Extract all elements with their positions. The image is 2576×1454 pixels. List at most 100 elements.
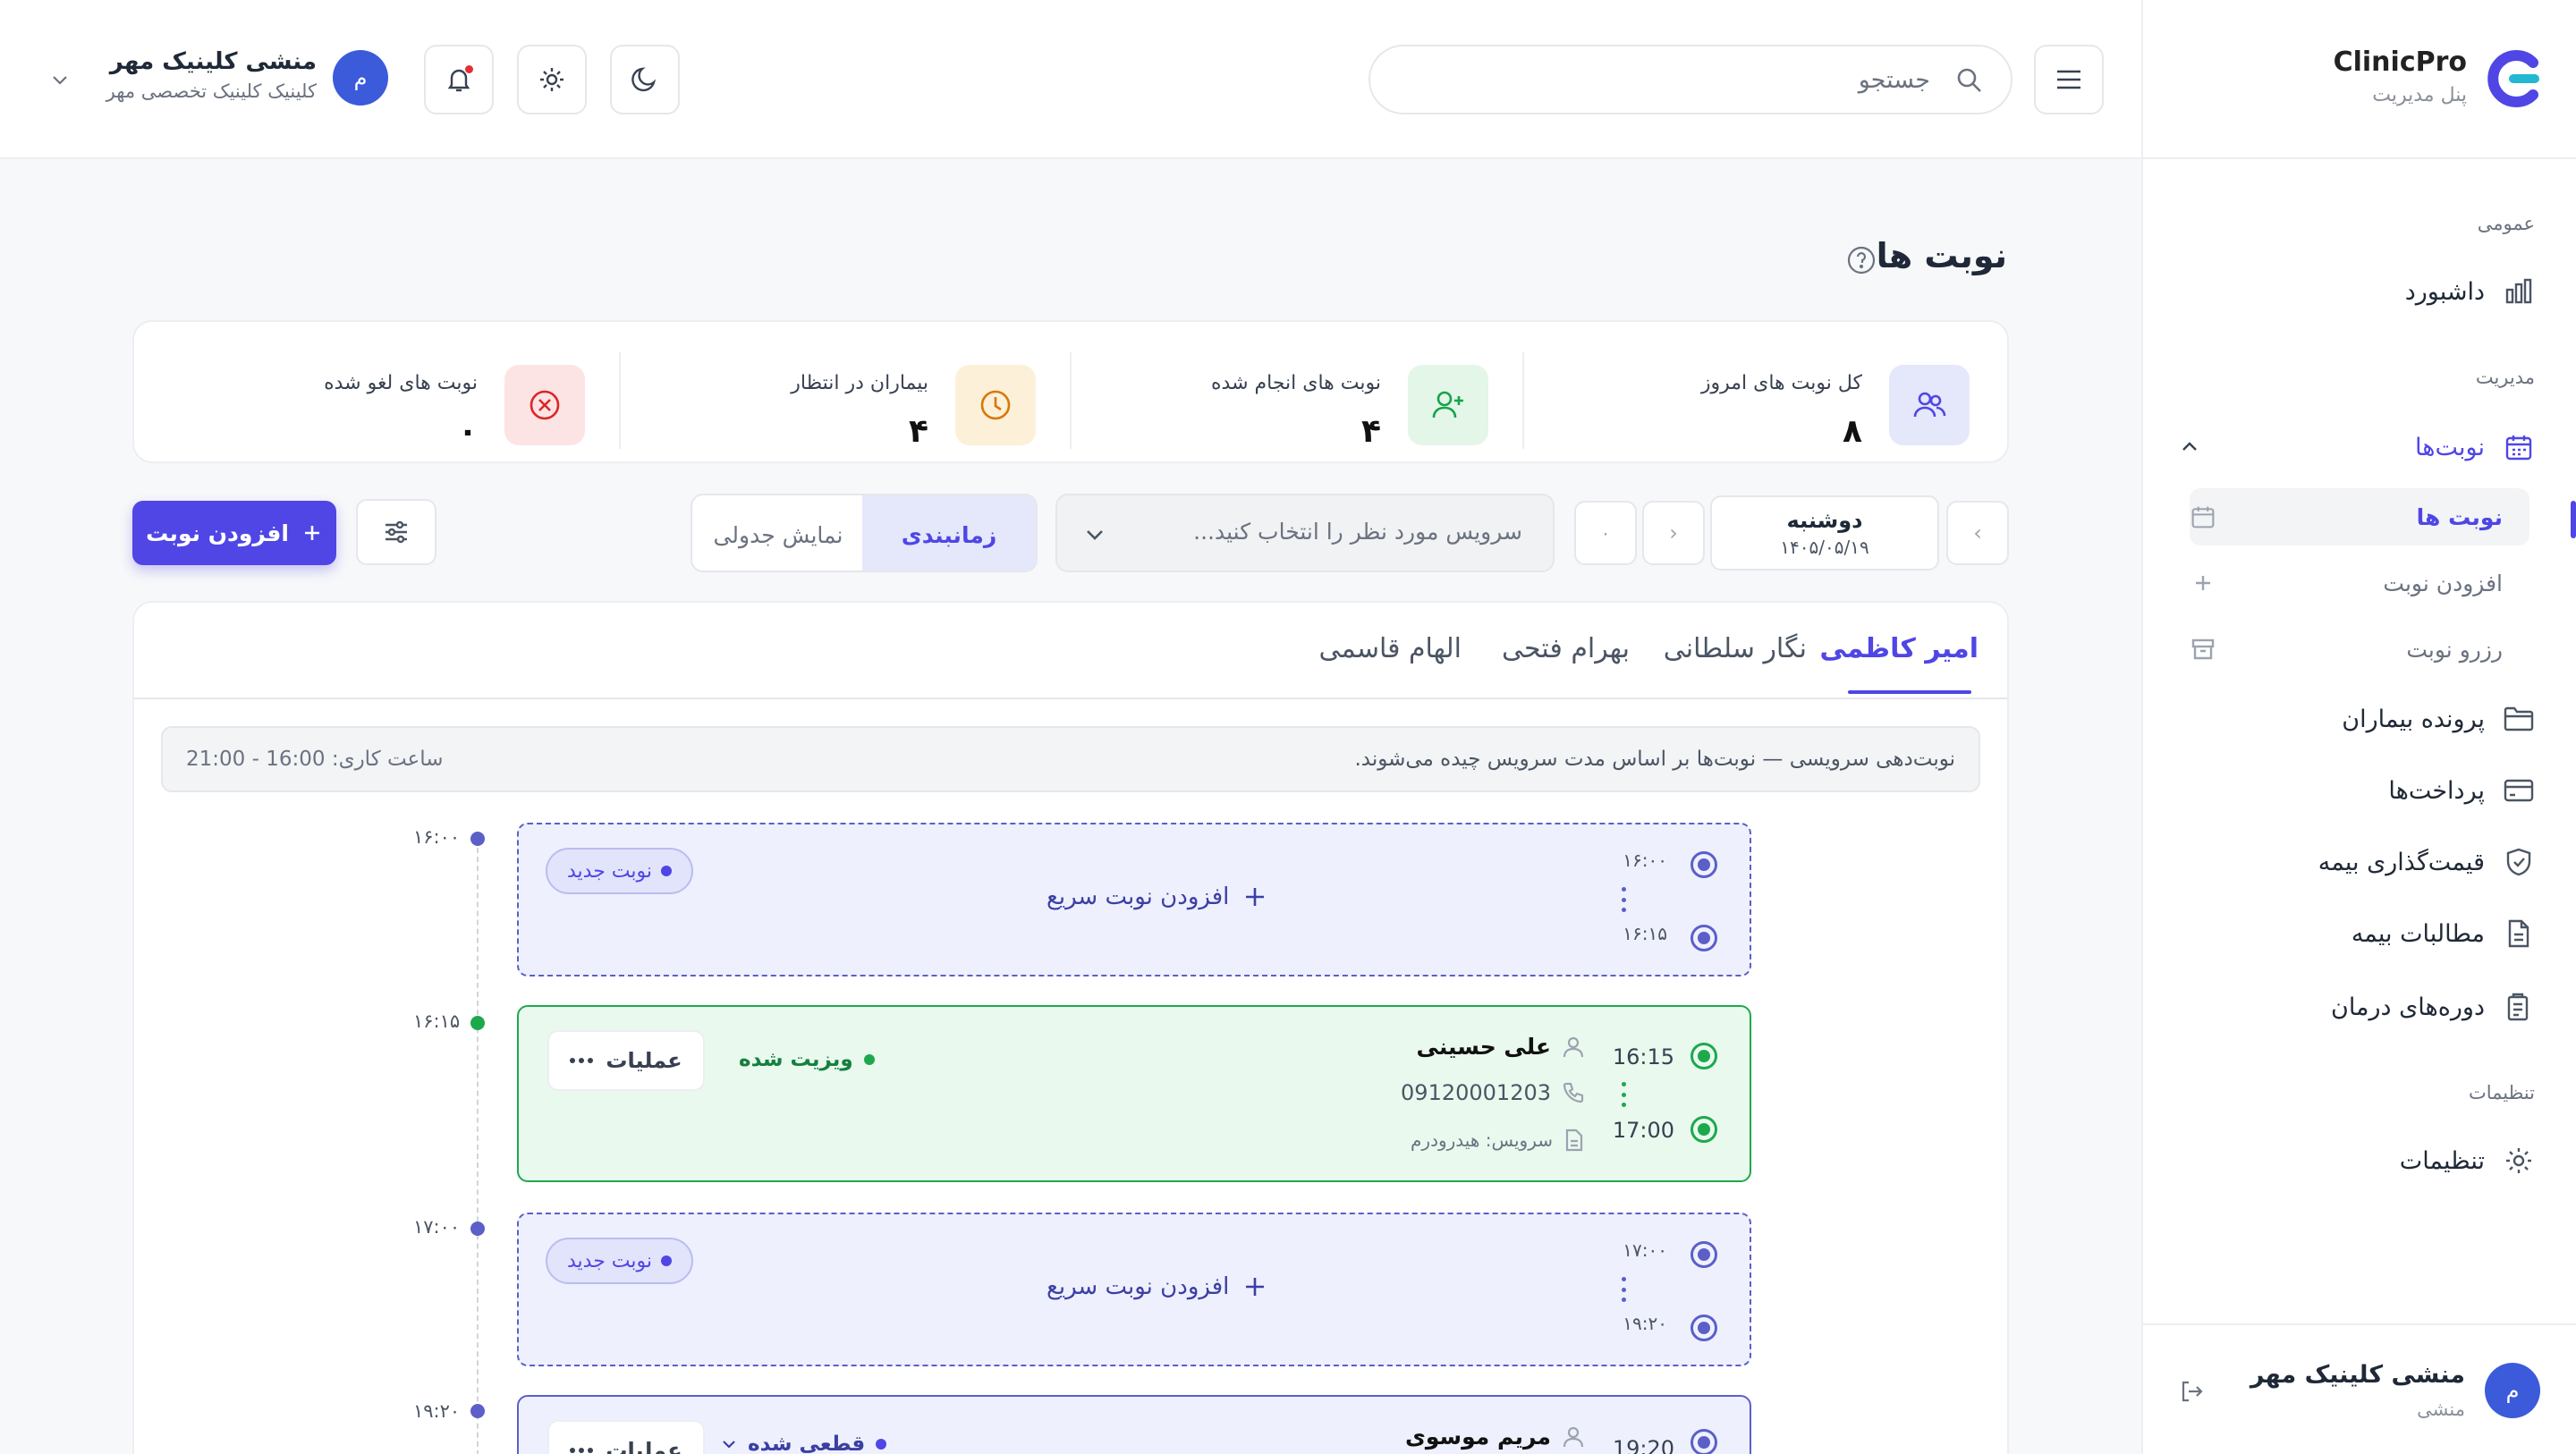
user-icon bbox=[1562, 1425, 1585, 1449]
users-icon bbox=[1889, 365, 1970, 445]
appointment-card[interactable]: 16:15 17:00 علی حسینی 09120001203 سرویس:… bbox=[517, 1005, 1751, 1182]
settings-button[interactable] bbox=[517, 45, 587, 114]
patient-name: علی حسینی bbox=[1416, 1034, 1551, 1060]
sidebar-item-label: داشبورد bbox=[2404, 277, 2485, 306]
quick-add-button[interactable]: افزودن نوبت سریع bbox=[1046, 883, 1267, 910]
active-indicator bbox=[2571, 501, 2576, 538]
end-marker bbox=[1690, 925, 1717, 951]
chevron-down-icon bbox=[721, 1436, 737, 1452]
status-badge[interactable]: قطعی شده bbox=[721, 1433, 887, 1454]
stat-value: ۴ bbox=[909, 413, 928, 450]
notifications-button[interactable] bbox=[424, 45, 494, 114]
slot-start: ۱۶:۰۰ bbox=[1623, 850, 1667, 871]
menu-toggle-button[interactable] bbox=[2034, 45, 2104, 114]
stat-label: نوبت های انجام شده bbox=[1211, 372, 1381, 394]
start-marker bbox=[1690, 1043, 1717, 1069]
tab-doctor-4[interactable]: الهام قاسمی bbox=[1318, 633, 1462, 664]
view-table-button[interactable]: نمایش جدولی bbox=[692, 495, 864, 571]
status-dot bbox=[876, 1439, 887, 1450]
plus-icon bbox=[1243, 885, 1267, 909]
search-icon bbox=[1955, 66, 1984, 95]
divider bbox=[619, 352, 621, 449]
operations-button[interactable]: عملیات bbox=[547, 1420, 705, 1454]
sidebar-item-insurance-pricing[interactable]: قیمت‌گذاری بیمه bbox=[2179, 835, 2535, 889]
slot-end: ۱۹:۲۰ bbox=[1623, 1313, 1667, 1334]
clock-icon bbox=[955, 365, 1036, 445]
operations-label: عملیات bbox=[606, 1048, 682, 1073]
quick-add-label: افزودن نوبت سریع bbox=[1046, 883, 1230, 910]
status-label: ویزیت شده bbox=[739, 1048, 853, 1071]
theme-toggle-button[interactable] bbox=[610, 45, 680, 114]
file-icon bbox=[1563, 1129, 1585, 1152]
more-vertical-icon bbox=[1621, 887, 1626, 912]
chevron-down-icon[interactable] bbox=[50, 70, 70, 89]
today-button[interactable]: ۰ bbox=[1574, 501, 1637, 565]
prev-day-button[interactable]: ‹ bbox=[1642, 501, 1705, 565]
chevron-right-icon: › bbox=[1973, 520, 1982, 545]
search-input[interactable] bbox=[1429, 59, 1930, 100]
sidebar-item-appointments[interactable]: نوبت‌ها bbox=[2179, 420, 2535, 474]
sidebar-item-dashboard[interactable]: داشبورد bbox=[2179, 265, 2535, 318]
sliders-icon bbox=[383, 520, 410, 545]
stat-value: ۴ bbox=[1361, 413, 1381, 450]
sidebar-item-treatment-courses[interactable]: دوره‌های درمان bbox=[2179, 980, 2535, 1034]
empty-slot[interactable]: ۱۶:۰۰ ۱۶:۱۵ افزودن نوبت سریع نوبت جدید bbox=[517, 823, 1751, 976]
stat-label: نوبت های لغو شده bbox=[324, 372, 478, 394]
filter-button[interactable] bbox=[356, 499, 436, 565]
sidebar-user-name: منشی کلینیک مهر bbox=[2250, 1361, 2465, 1389]
stat-label: بیماران در انتظار bbox=[791, 372, 928, 394]
badge-label: نوبت جدید bbox=[567, 859, 653, 883]
sidebar: ClinicPro پنل مدیریت عمومی داشبورد مدیری… bbox=[2141, 0, 2576, 1454]
timeline-dot bbox=[470, 1222, 485, 1236]
search-box[interactable] bbox=[1368, 45, 2012, 114]
sidebar-user-role: منشی bbox=[2417, 1399, 2465, 1420]
operations-button[interactable]: عملیات bbox=[547, 1030, 705, 1091]
view-toggle: زمانبندی نمایش جدولی bbox=[691, 494, 1038, 572]
plus-icon bbox=[1243, 1275, 1267, 1298]
sidebar-item-label: مطالبات بیمه bbox=[2351, 919, 2485, 948]
timeline-dot bbox=[470, 1016, 485, 1030]
plus-icon bbox=[2190, 570, 2216, 596]
chevron-left-icon: ‹ bbox=[1669, 520, 1678, 545]
stat-cancelled: نوبت های لغو شده ۰ bbox=[191, 352, 585, 478]
timeline-time: ۱۶:۱۵ bbox=[413, 1010, 461, 1032]
logout-icon[interactable] bbox=[2179, 1379, 2204, 1404]
hamburger-icon bbox=[2055, 69, 2082, 90]
sidebar-item-payments[interactable]: پرداخت‌ها bbox=[2179, 764, 2535, 817]
empty-slot[interactable]: ۱۷:۰۰ ۱۹:۲۰ افزودن نوبت سریع نوبت جدید bbox=[517, 1213, 1751, 1366]
sidebar-sub-label: افزودن نوبت bbox=[2383, 570, 2503, 596]
date-display[interactable]: دوشنبه ۱۴۰۵/۰۵/۱۹ bbox=[1710, 495, 1939, 571]
sidebar-sub-appointments-list[interactable]: نوبت ها bbox=[2190, 488, 2529, 545]
slot-start: 16:15 bbox=[1612, 1044, 1674, 1069]
service-select-placeholder: سرویس مورد نظر را انتخاب کنید... bbox=[1193, 519, 1522, 545]
tab-doctor-1[interactable]: امیر کاظمی bbox=[1819, 633, 1979, 664]
add-appointment-button[interactable]: افزودن نوبت bbox=[132, 501, 336, 565]
user-plus-icon bbox=[1408, 365, 1488, 445]
sidebar-item-patients[interactable]: پرونده بیماران bbox=[2179, 692, 2535, 746]
start-marker bbox=[1690, 1429, 1717, 1454]
sidebar-item-settings[interactable]: تنظیمات bbox=[2179, 1134, 2535, 1188]
service-select[interactable]: سرویس مورد نظر را انتخاب کنید... bbox=[1055, 494, 1555, 572]
service-row: سرویس: هیدرودرم bbox=[1411, 1129, 1585, 1152]
sidebar-item-insurance-claims[interactable]: مطالبات بیمه bbox=[2179, 907, 2535, 960]
chevron-up-icon[interactable] bbox=[2179, 436, 2200, 458]
help-icon[interactable] bbox=[1846, 245, 1877, 275]
more-horizontal-icon bbox=[570, 1057, 594, 1064]
appointment-card[interactable]: 19:20 مریم موسوی قطعی شده عملیات bbox=[517, 1395, 1751, 1454]
avatar[interactable]: م bbox=[333, 50, 388, 106]
next-day-button[interactable]: › bbox=[1946, 501, 2009, 565]
shield-check-icon bbox=[2503, 846, 2535, 878]
stat-label: کل نوبت های امروز bbox=[1700, 372, 1862, 394]
sidebar-sub-reserve[interactable]: رزرو نوبت bbox=[2190, 621, 2529, 678]
sidebar-sub-add-appointment[interactable]: افزودن نوبت bbox=[2190, 554, 2529, 612]
end-marker bbox=[1690, 1116, 1717, 1143]
folder-icon bbox=[2503, 703, 2535, 735]
tab-doctor-2[interactable]: نگار سلطانی bbox=[1664, 633, 1807, 664]
bell-icon bbox=[445, 65, 473, 94]
section-management: مدیریت bbox=[2475, 367, 2535, 388]
avatar[interactable]: م bbox=[2485, 1363, 2540, 1418]
tab-doctor-3[interactable]: بهرام فتحی bbox=[1502, 633, 1630, 664]
view-schedule-button[interactable]: زمانبندی bbox=[862, 495, 1036, 571]
sidebar-item-label: پرونده بیماران bbox=[2342, 705, 2485, 733]
quick-add-button[interactable]: افزودن نوبت سریع bbox=[1046, 1273, 1267, 1300]
